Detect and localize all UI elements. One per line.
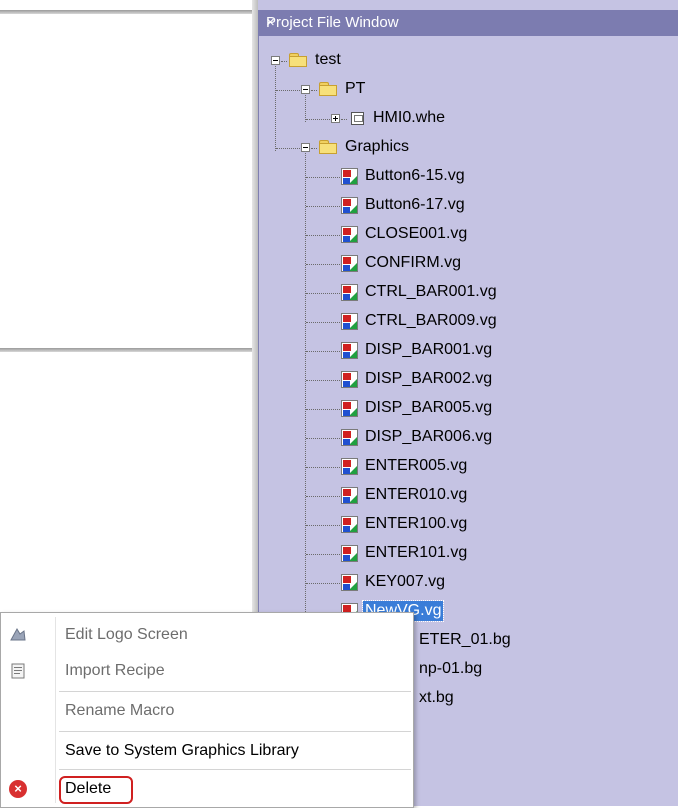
tree-item-label: CTRL_BAR009.vg	[365, 312, 497, 329]
menu-item-edit-logo-screen[interactable]: Edit Logo Screen	[1, 617, 413, 653]
logo-screen-icon	[9, 626, 27, 644]
tree-item-label: DISP_BAR005.vg	[365, 399, 493, 416]
tree-item-file[interactable]: DISP_BAR006.vg	[259, 423, 678, 452]
collapse-icon[interactable]	[271, 56, 280, 65]
vector-graphic-icon	[341, 487, 358, 504]
close-icon[interactable]: ×	[266, 14, 676, 31]
tree-item-file[interactable]: DISP_BAR002.vg	[259, 365, 678, 394]
menu-item-save-to-system-graphics-library[interactable]: Save to System Graphics Library	[1, 733, 413, 769]
expand-icon[interactable]	[331, 114, 340, 123]
tree-item-graphics[interactable]: Graphics	[259, 133, 678, 162]
tree-item-label: PT	[345, 80, 366, 97]
context-menu: Edit Logo Screen Import Recipe Rename Ma…	[0, 612, 414, 808]
vector-graphic-icon	[341, 400, 358, 417]
tree-item-file[interactable]: ENTER100.vg	[259, 510, 678, 539]
tree-item-file[interactable]: Button6-15.vg	[259, 162, 678, 191]
tree-item-file[interactable]: KEY007.vg	[259, 568, 678, 597]
tree-item-file[interactable]: ENTER005.vg	[259, 452, 678, 481]
menu-item-rename-macro[interactable]: Rename Macro	[1, 693, 413, 729]
vector-graphic-icon	[341, 574, 358, 591]
collapse-icon[interactable]	[301, 143, 310, 152]
tree-item-file[interactable]: ENTER101.vg	[259, 539, 678, 568]
vector-graphic-icon	[341, 458, 358, 475]
vector-graphic-icon	[341, 342, 358, 359]
folder-icon	[289, 53, 307, 67]
delete-icon: ×	[9, 780, 27, 798]
tree-item-test[interactable]: test	[259, 46, 678, 75]
tree-item-label: CTRL_BAR001.vg	[365, 283, 497, 300]
tree-item-hmi[interactable]: HMI0.whe	[259, 104, 678, 133]
tree-item-label: ENTER101.vg	[365, 544, 468, 561]
vector-graphic-icon	[341, 255, 358, 272]
tree-item-label: ENTER005.vg	[365, 457, 468, 474]
menu-item-label: Save to System Graphics Library	[65, 742, 299, 759]
tree-item-label: CONFIRM.vg	[365, 254, 461, 271]
tree-item-file[interactable]: ENTER010.vg	[259, 481, 678, 510]
vector-graphic-icon	[341, 284, 358, 301]
tree-item-file[interactable]: DISP_BAR001.vg	[259, 336, 678, 365]
tree-item-file[interactable]: CLOSE001.vg	[259, 220, 678, 249]
tree-item-label: Button6-17.vg	[365, 196, 465, 213]
tree-item-label: ETER_01.bg	[419, 631, 511, 648]
menu-item-label: Edit Logo Screen	[65, 626, 188, 643]
tree-item-label: DISP_BAR002.vg	[365, 370, 493, 387]
tree-item-label: DISP_BAR006.vg	[365, 428, 493, 445]
folder-icon	[319, 82, 337, 96]
tree-item-file[interactable]: DISP_BAR005.vg	[259, 394, 678, 423]
menu-item-import-recipe[interactable]: Import Recipe	[1, 653, 413, 689]
vector-graphic-icon	[341, 545, 358, 562]
menu-item-label: Rename Macro	[65, 702, 175, 719]
collapse-icon[interactable]	[301, 85, 310, 94]
project-file-window-titlebar: Project File Window ×	[258, 10, 678, 37]
tree-item-pt[interactable]: PT	[259, 75, 678, 104]
vector-graphic-icon	[341, 371, 358, 388]
tree-item-label: Graphics	[345, 138, 410, 155]
tree-item-label: np-01.bg	[419, 660, 483, 677]
tree-item-label: DISP_BAR001.vg	[365, 341, 493, 358]
vector-graphic-icon	[341, 197, 358, 214]
import-recipe-icon	[9, 662, 27, 680]
tree-item-file[interactable]: CTRL_BAR001.vg	[259, 278, 678, 307]
vector-graphic-icon	[341, 429, 358, 446]
vector-graphic-icon	[341, 226, 358, 243]
vector-graphic-icon	[341, 313, 358, 330]
tree-item-file[interactable]: CTRL_BAR009.vg	[259, 307, 678, 336]
tree-item-file[interactable]: CONFIRM.vg	[259, 249, 678, 278]
tree-item-file[interactable]: Button6-17.vg	[259, 191, 678, 220]
tree-item-label: xt.bg	[419, 689, 454, 706]
top-splitter[interactable]	[0, 10, 258, 14]
menu-item-label: Delete	[65, 780, 112, 797]
folder-icon	[319, 140, 337, 154]
tree-item-label: Button6-15.vg	[365, 167, 465, 184]
hmi-file-icon	[351, 112, 364, 125]
menu-item-label: Import Recipe	[65, 662, 165, 679]
tree-item-label: test	[315, 51, 341, 68]
tree-item-label: CLOSE001.vg	[365, 225, 468, 242]
tree-item-label: HMI0.whe	[373, 109, 446, 126]
tree-item-label: ENTER010.vg	[365, 486, 468, 503]
middle-splitter[interactable]	[0, 348, 258, 352]
tree-item-label: KEY007.vg	[365, 573, 446, 590]
menu-item-delete[interactable]: × Delete	[1, 771, 413, 807]
tree-item-label: ENTER100.vg	[365, 515, 468, 532]
vector-graphic-icon	[341, 168, 358, 185]
vector-graphic-icon	[341, 516, 358, 533]
